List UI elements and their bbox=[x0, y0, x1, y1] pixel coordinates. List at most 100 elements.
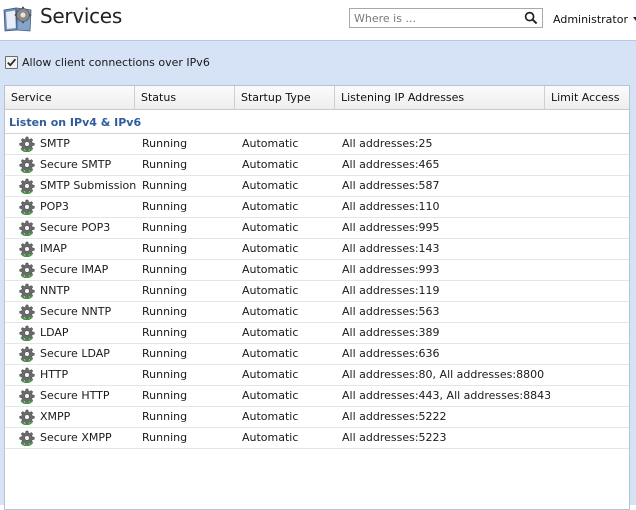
gear-icon bbox=[19, 409, 35, 425]
service-status: Running bbox=[142, 347, 188, 360]
service-name: Secure LDAP bbox=[40, 347, 110, 360]
table-row[interactable]: Secure HTTP Running Automatic All addres… bbox=[5, 386, 629, 407]
content-area: Allow client connections over IPv6 Servi… bbox=[0, 40, 636, 510]
service-limit-access bbox=[552, 407, 628, 427]
gear-icon bbox=[19, 346, 35, 362]
service-name: LDAP bbox=[40, 326, 69, 339]
table-header: Service Status Startup Type Listening IP… bbox=[5, 86, 629, 110]
table-row[interactable]: POP3 Running Automatic All addresses:110 bbox=[5, 197, 629, 218]
service-name: Secure SMTP bbox=[40, 158, 112, 171]
service-startup-type: Automatic bbox=[242, 221, 299, 234]
service-status: Running bbox=[142, 179, 188, 192]
service-status: Running bbox=[142, 389, 188, 402]
gear-icon bbox=[19, 283, 35, 299]
ipv6-label: Allow client connections over IPv6 bbox=[22, 56, 210, 69]
table-row[interactable]: SMTP Submission Running Automatic All ad… bbox=[5, 176, 629, 197]
service-name: XMPP bbox=[40, 410, 71, 423]
column-header-listening-ip[interactable]: Listening IP Addresses bbox=[335, 86, 545, 110]
table-row[interactable]: Secure SMTP Running Automatic All addres… bbox=[5, 155, 629, 176]
service-name: Secure NNTP bbox=[40, 305, 112, 318]
service-name: Secure HTTP bbox=[40, 389, 110, 402]
column-header-status[interactable]: Status bbox=[135, 86, 235, 110]
table-row[interactable]: XMPP Running Automatic All addresses:522… bbox=[5, 407, 629, 428]
service-status: Running bbox=[142, 242, 188, 255]
service-status: Running bbox=[142, 431, 188, 444]
gear-icon bbox=[19, 136, 35, 152]
service-listening-addresses: All addresses:465 bbox=[342, 158, 440, 171]
ipv6-option[interactable]: Allow client connections over IPv6 bbox=[5, 56, 210, 69]
service-status: Running bbox=[142, 221, 188, 234]
gear-icon bbox=[19, 262, 35, 278]
service-limit-access bbox=[552, 134, 628, 154]
service-listening-addresses: All addresses:993 bbox=[342, 263, 440, 276]
gear-icon bbox=[19, 304, 35, 320]
group-heading: Listen on IPv4 & IPv6 bbox=[9, 116, 142, 129]
service-listening-addresses: All addresses:5222 bbox=[342, 410, 447, 423]
services-table: Service Status Startup Type Listening IP… bbox=[4, 85, 630, 510]
table-body: SMTP Running Automatic All addresses:25 … bbox=[5, 134, 629, 449]
service-listening-addresses: All addresses:119 bbox=[342, 284, 440, 297]
table-row[interactable]: Secure XMPP Running Automatic All addres… bbox=[5, 428, 629, 449]
column-header-service[interactable]: Service bbox=[5, 86, 135, 110]
table-row[interactable]: SMTP Running Automatic All addresses:25 bbox=[5, 134, 629, 155]
service-startup-type: Automatic bbox=[242, 389, 299, 402]
service-startup-type: Automatic bbox=[242, 305, 299, 318]
service-startup-type: Automatic bbox=[242, 137, 299, 150]
service-listening-addresses: All addresses:5223 bbox=[342, 431, 447, 444]
service-name: Secure XMPP bbox=[40, 431, 112, 444]
user-menu[interactable]: Administrator bbox=[553, 11, 636, 27]
service-name: Secure POP3 bbox=[40, 221, 111, 234]
search-input[interactable] bbox=[350, 9, 520, 27]
table-row[interactable]: IMAP Running Automatic All addresses:143 bbox=[5, 239, 629, 260]
service-startup-type: Automatic bbox=[242, 242, 299, 255]
service-status: Running bbox=[142, 200, 188, 213]
service-status: Running bbox=[142, 326, 188, 339]
gear-icon bbox=[19, 199, 35, 215]
services-book-gear-icon bbox=[3, 6, 32, 32]
service-listening-addresses: All addresses:143 bbox=[342, 242, 440, 255]
service-limit-access bbox=[552, 197, 628, 217]
column-header-startup-type[interactable]: Startup Type bbox=[235, 86, 335, 110]
service-limit-access bbox=[552, 386, 628, 406]
gear-icon bbox=[19, 241, 35, 257]
service-name: SMTP bbox=[40, 137, 70, 150]
gear-icon bbox=[19, 220, 35, 236]
service-status: Running bbox=[142, 368, 188, 381]
ipv6-checkbox[interactable] bbox=[5, 56, 18, 69]
service-startup-type: Automatic bbox=[242, 326, 299, 339]
table-row[interactable]: HTTP Running Automatic All addresses:80,… bbox=[5, 365, 629, 386]
service-startup-type: Automatic bbox=[242, 200, 299, 213]
service-limit-access bbox=[552, 344, 628, 364]
column-header-limit-access[interactable]: Limit Access bbox=[545, 86, 629, 110]
gear-icon bbox=[19, 325, 35, 341]
search-icon[interactable] bbox=[524, 11, 538, 25]
service-limit-access bbox=[552, 281, 628, 301]
table-row[interactable]: LDAP Running Automatic All addresses:389 bbox=[5, 323, 629, 344]
service-name: POP3 bbox=[40, 200, 69, 213]
service-startup-type: Automatic bbox=[242, 179, 299, 192]
table-row[interactable]: NNTP Running Automatic All addresses:119 bbox=[5, 281, 629, 302]
service-status: Running bbox=[142, 410, 188, 423]
service-limit-access bbox=[552, 323, 628, 343]
service-limit-access bbox=[552, 302, 628, 322]
service-status: Running bbox=[142, 284, 188, 297]
service-status: Running bbox=[142, 305, 188, 318]
service-limit-access bbox=[552, 428, 628, 448]
table-row[interactable]: Secure LDAP Running Automatic All addres… bbox=[5, 344, 629, 365]
table-row[interactable]: Secure POP3 Running Automatic All addres… bbox=[5, 218, 629, 239]
service-status: Running bbox=[142, 158, 188, 171]
page-header: Services Administrator bbox=[0, 0, 636, 40]
service-status: Running bbox=[142, 137, 188, 150]
table-row[interactable]: Secure IMAP Running Automatic All addres… bbox=[5, 260, 629, 281]
service-status: Running bbox=[142, 263, 188, 276]
service-startup-type: Automatic bbox=[242, 347, 299, 360]
table-row[interactable]: Secure NNTP Running Automatic All addres… bbox=[5, 302, 629, 323]
service-listening-addresses: All addresses:110 bbox=[342, 200, 440, 213]
search-box[interactable] bbox=[349, 8, 543, 28]
service-name: SMTP Submission bbox=[40, 179, 136, 192]
service-startup-type: Automatic bbox=[242, 158, 299, 171]
gear-icon bbox=[19, 388, 35, 404]
service-name: Secure IMAP bbox=[40, 263, 109, 276]
service-name: IMAP bbox=[40, 242, 67, 255]
service-listening-addresses: All addresses:25 bbox=[342, 137, 433, 150]
